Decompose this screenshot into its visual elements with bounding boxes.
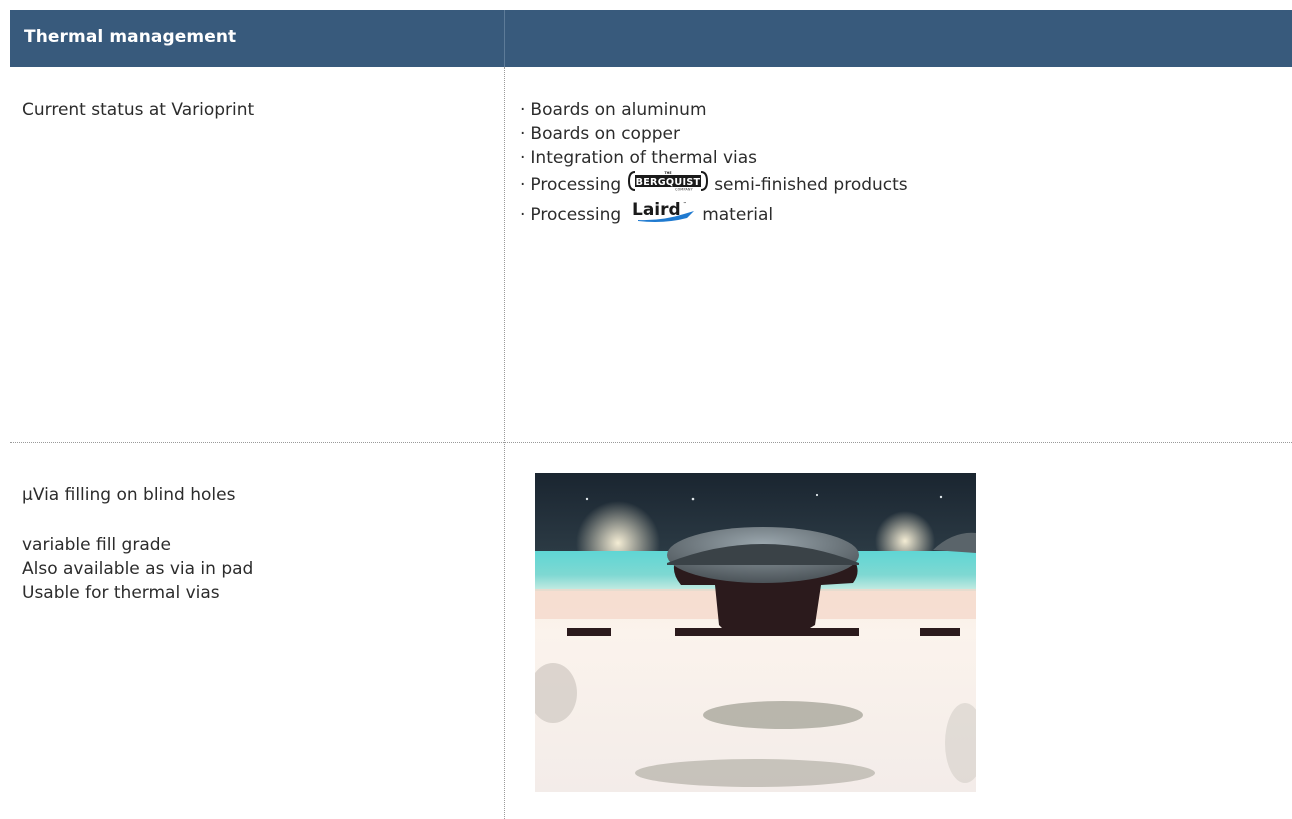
list-item-text: Boards on copper xyxy=(530,124,680,144)
svg-text:COMPANY: COMPANY xyxy=(675,188,693,192)
list-item-text: Processing xyxy=(530,174,622,195)
bullet-dot: · xyxy=(520,124,526,144)
list-item-text-suffix: material xyxy=(702,204,774,225)
list-item: · Boards on aluminum xyxy=(520,98,908,122)
capability-list: · Boards on aluminum · Boards on copper … xyxy=(520,98,908,230)
row-divider xyxy=(10,442,1292,443)
bullet-dot: · xyxy=(520,204,526,225)
svg-text:BERGQUIST: BERGQUIST xyxy=(636,177,701,188)
svg-text:THE: THE xyxy=(665,171,672,175)
list-item-text-suffix: semi-finished products xyxy=(714,174,908,195)
microsection-photo xyxy=(529,473,985,792)
uvia-detail-line: Usable for thermal vias xyxy=(22,583,220,603)
row-label-current-status: Current status at Varioprint xyxy=(22,100,255,120)
list-item: · Processing Laird ™ material xyxy=(520,199,908,230)
row-label-uvia: µVia filling on blind holes variable fil… xyxy=(22,483,253,605)
list-item: · Processing THE BERGQUIST COMPANY semi-… xyxy=(520,170,908,199)
table-header: Thermal management xyxy=(10,10,1292,67)
uvia-title: µVia filling on blind holes xyxy=(22,485,236,505)
header-title: Thermal management xyxy=(24,27,237,47)
svg-text:™: ™ xyxy=(683,201,687,206)
list-item: · Boards on copper xyxy=(520,122,908,146)
list-item-text: Boards on aluminum xyxy=(530,100,707,120)
list-item-text: Integration of thermal vias xyxy=(530,148,758,168)
laird-logo: Laird ™ xyxy=(632,199,696,230)
list-item: · Integration of thermal vias xyxy=(520,146,908,170)
uvia-detail-line: Also available as via in pad xyxy=(22,559,254,579)
bullet-dot: · xyxy=(520,174,526,195)
column-divider xyxy=(504,67,505,819)
bullet-dot: · xyxy=(520,148,526,168)
page: Thermal management Current status at Var… xyxy=(0,0,1292,819)
bergquist-logo: THE BERGQUIST COMPANY xyxy=(628,170,709,199)
header-divider xyxy=(504,10,505,67)
list-item-text: Processing xyxy=(530,204,622,225)
bullet-dot: · xyxy=(520,100,526,120)
uvia-detail-line: variable fill grade xyxy=(22,535,171,555)
